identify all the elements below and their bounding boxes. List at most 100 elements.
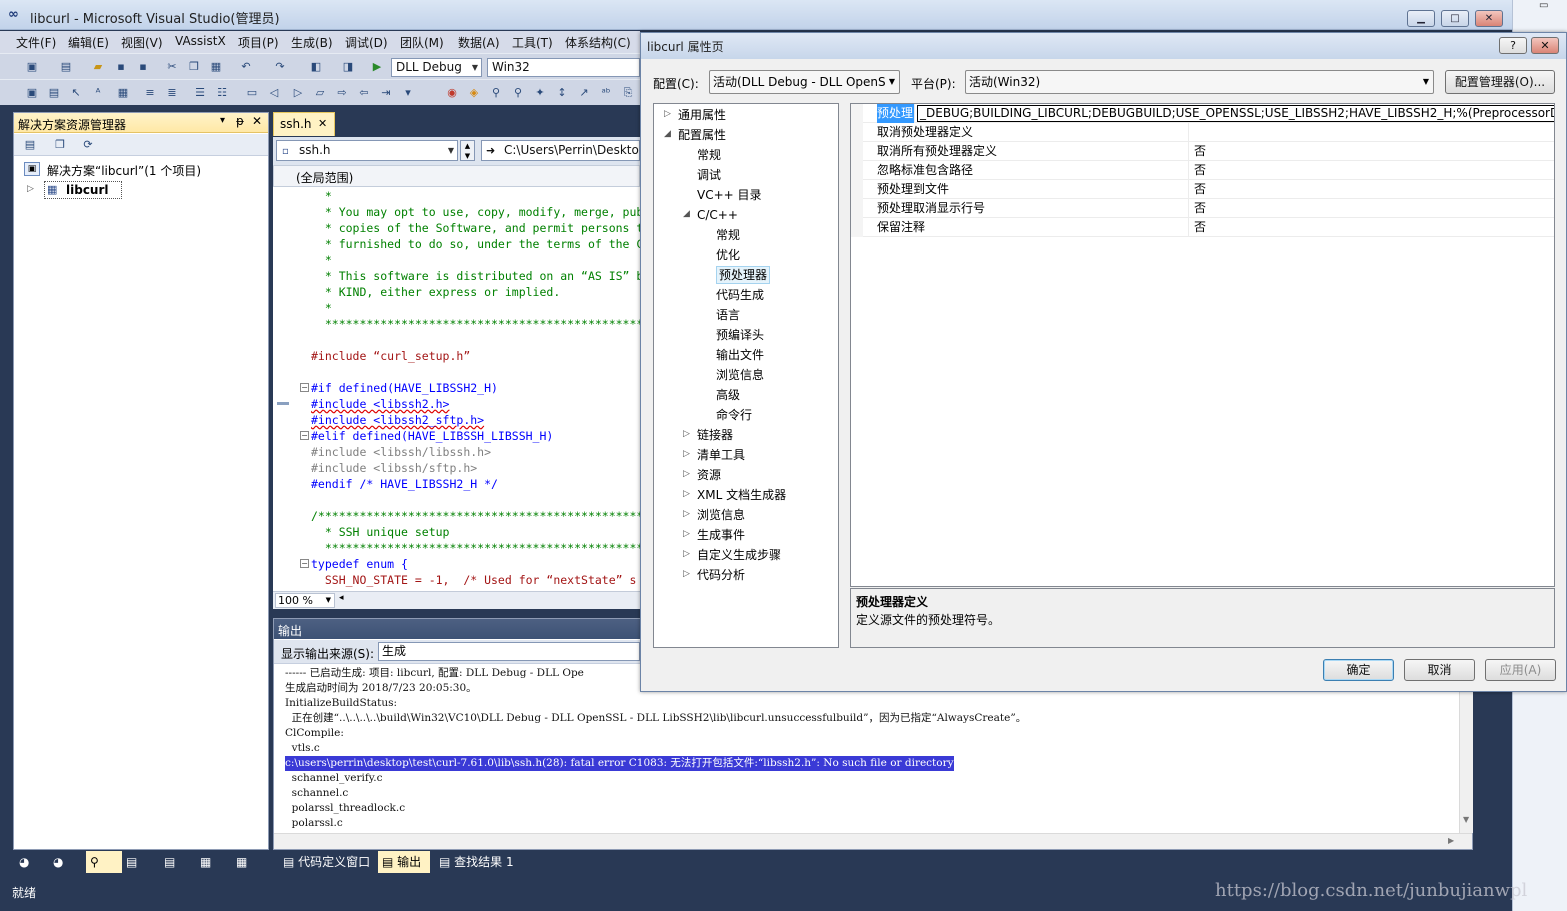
scroll-right-icon[interactable]: ▶ bbox=[1448, 836, 1454, 845]
property-value[interactable]: _DEBUG;BUILDING_LIBCURL;DEBUGBUILD;USE_O… bbox=[917, 105, 1554, 122]
tab-close-icon[interactable]: ✕ bbox=[318, 117, 327, 130]
menu-build[interactable]: 生成(B) bbox=[291, 34, 333, 51]
expand-arrow-icon[interactable]: ▷ bbox=[683, 489, 690, 499]
bottom-tab-icon-1[interactable]: ◕ bbox=[19, 851, 39, 873]
cut-icon[interactable]: ✂ bbox=[164, 59, 180, 75]
close-icon[interactable]: ✕ bbox=[252, 114, 262, 128]
menu-data[interactable]: 数据(A) bbox=[458, 34, 500, 51]
tree-item[interactable]: 高级 bbox=[716, 386, 740, 404]
property-value[interactable]: 否 bbox=[1194, 142, 1206, 160]
fold-toggle-icon[interactable]: − bbox=[300, 431, 309, 440]
property-row[interactable]: 预处理 _DEBUG;BUILDING_LIBCURL;DEBUGBUILD;US… bbox=[851, 104, 1554, 123]
minimize-button[interactable]: ▁ bbox=[1407, 10, 1435, 27]
property-value[interactable]: 否 bbox=[1194, 180, 1206, 198]
new-project-icon[interactable]: ▣ bbox=[24, 59, 40, 75]
bottom-tab-icon-4[interactable]: ▤ bbox=[126, 851, 146, 873]
menu-team[interactable]: 团队(M) bbox=[400, 34, 444, 51]
property-row[interactable]: 保留注释否 bbox=[851, 218, 1554, 237]
tree-item[interactable]: 自定义生成步骤 bbox=[697, 546, 781, 564]
ok-button[interactable]: 确定 bbox=[1323, 659, 1394, 681]
property-row[interactable]: 预处理到文件否 bbox=[851, 180, 1554, 199]
redo-icon[interactable]: ↷ bbox=[272, 59, 288, 75]
menu-debug[interactable]: 调试(D) bbox=[345, 34, 388, 51]
property-value[interactable]: 否 bbox=[1194, 218, 1206, 236]
indent-icon[interactable]: ≣ bbox=[164, 85, 180, 101]
save-icon[interactable]: ▪ bbox=[113, 59, 129, 75]
expand-arrow-icon[interactable]: ▷ bbox=[683, 469, 690, 479]
comment-icon[interactable]: ☰ bbox=[192, 85, 208, 101]
refresh-icon[interactable]: ⟳ bbox=[80, 137, 96, 153]
property-row[interactable]: 预处理取消显示行号否 bbox=[851, 199, 1554, 218]
navigate-forward-icon[interactable]: ◨ bbox=[340, 59, 356, 75]
vax-icon-7[interactable]: ↗ bbox=[576, 85, 592, 101]
solution-platform-combo[interactable]: Win32 bbox=[487, 58, 640, 77]
expand-arrow-icon[interactable]: ▷ bbox=[683, 569, 690, 579]
toolbar-icon-3[interactable]: ↖ bbox=[68, 85, 84, 101]
expand-arrow-icon[interactable]: ▷ bbox=[683, 509, 690, 519]
path-combo[interactable]: ➜ C:\Users\Perrin\Deskto bbox=[481, 140, 640, 161]
paste-icon[interactable]: ▦ bbox=[208, 59, 224, 75]
tree-item[interactable]: 预编译头 bbox=[716, 326, 764, 344]
expand-arrow-icon[interactable]: ▷ bbox=[683, 449, 690, 459]
vax-icon-6[interactable]: ↕ bbox=[554, 85, 570, 101]
apply-button[interactable]: 应用(A) bbox=[1485, 659, 1556, 681]
undo-icon[interactable]: ↶ bbox=[238, 59, 254, 75]
property-row[interactable]: 忽略标准包含路径否 bbox=[851, 161, 1554, 180]
vax-icon-5[interactable]: ✦ bbox=[532, 85, 548, 101]
bottom-tab-icon-6[interactable]: ▦ bbox=[200, 851, 220, 873]
next-bookmark-icon[interactable]: ▷ bbox=[290, 85, 306, 101]
tab-find-results[interactable]: ▤ 查找结果 1 bbox=[435, 851, 514, 873]
pin-icon[interactable]: ᵽ bbox=[236, 114, 244, 128]
tree-item[interactable]: 浏览信息 bbox=[697, 506, 745, 524]
bottom-tab-icon-3[interactable]: ⚲ bbox=[86, 851, 122, 873]
property-value[interactable]: 否 bbox=[1194, 161, 1206, 179]
expand-arrow-icon[interactable]: ▷ bbox=[683, 529, 690, 539]
close-window-button[interactable]: ✕ bbox=[1475, 10, 1503, 27]
zoom-combo[interactable]: 100 % ▼ bbox=[275, 593, 335, 608]
expand-arrow-icon[interactable]: ▷ bbox=[664, 109, 671, 119]
project-node[interactable]: ▦ libcurl bbox=[44, 181, 122, 199]
help-button[interactable]: ? bbox=[1499, 37, 1527, 54]
toolbar-icon-5[interactable]: ▦ bbox=[115, 85, 131, 101]
tree-item[interactable]: XML 文档生成器 bbox=[697, 486, 786, 504]
menu-file[interactable]: 文件(F) bbox=[16, 34, 56, 51]
navigate-back-icon[interactable]: ◧ bbox=[308, 59, 324, 75]
menu-tools[interactable]: 工具(T) bbox=[512, 34, 553, 51]
outdent-icon[interactable]: ≡ bbox=[142, 85, 158, 101]
background-window-button-icon[interactable]: ▭ bbox=[1539, 0, 1548, 11]
property-row[interactable]: 取消预处理器定义 bbox=[851, 123, 1554, 142]
toolbar-icon-14[interactable]: ⇨ bbox=[334, 85, 350, 101]
menu-project[interactable]: 项目(P) bbox=[238, 34, 279, 51]
bookmark-icon[interactable]: ▭ bbox=[244, 85, 260, 101]
tree-item[interactable]: 预处理器 bbox=[716, 266, 771, 284]
tree-item[interactable]: 优化 bbox=[716, 246, 740, 264]
maximize-button[interactable]: □ bbox=[1441, 10, 1469, 27]
solution-node[interactable]: 解决方案“libcurl”(1 个项目) bbox=[47, 162, 201, 179]
panel-menu-icon[interactable]: ▾ bbox=[220, 115, 225, 126]
tree-item[interactable]: 配置属性 bbox=[678, 126, 726, 144]
tree-item[interactable]: 链接器 bbox=[697, 426, 733, 444]
expand-arrow-icon[interactable]: ▷ bbox=[683, 549, 690, 559]
platform-combo[interactable]: 活动(Win32) ▼ bbox=[965, 70, 1434, 94]
scroll-left-icon[interactable]: ◂ bbox=[339, 593, 344, 603]
collapse-arrow-icon[interactable]: ◢ bbox=[683, 209, 690, 219]
property-row[interactable]: 取消所有预处理器定义否 bbox=[851, 142, 1554, 161]
tree-item[interactable]: 资源 bbox=[697, 466, 721, 484]
prev-bookmark-icon[interactable]: ◁ bbox=[266, 85, 282, 101]
vax-icon-1[interactable]: ◉ bbox=[444, 85, 460, 101]
bottom-tab-icon-7[interactable]: ▦ bbox=[236, 851, 256, 873]
output-source-combo[interactable]: 生成 bbox=[378, 642, 640, 661]
scope-bar[interactable]: (全局范围) bbox=[273, 165, 640, 187]
tree-item[interactable]: 代码生成 bbox=[716, 286, 764, 304]
start-debug-icon[interactable]: ▶ bbox=[369, 59, 385, 75]
tree-item[interactable]: 生成事件 bbox=[697, 526, 745, 544]
open-folder-icon[interactable]: ▰ bbox=[90, 59, 106, 75]
spell-check-icon[interactable]: ᵃᵇ bbox=[598, 85, 614, 101]
tree-item[interactable]: 命令行 bbox=[716, 406, 752, 424]
toolbar-icon-16[interactable]: ⇥ bbox=[378, 85, 394, 101]
save-all-icon[interactable]: ▪ bbox=[135, 59, 151, 75]
tab-ssh-h[interactable]: ssh.h ✕ bbox=[273, 112, 335, 136]
tree-item[interactable]: 浏览信息 bbox=[716, 366, 764, 384]
expand-arrow-icon[interactable]: ▷ bbox=[683, 429, 690, 439]
tree-item[interactable]: 清单工具 bbox=[697, 446, 745, 464]
